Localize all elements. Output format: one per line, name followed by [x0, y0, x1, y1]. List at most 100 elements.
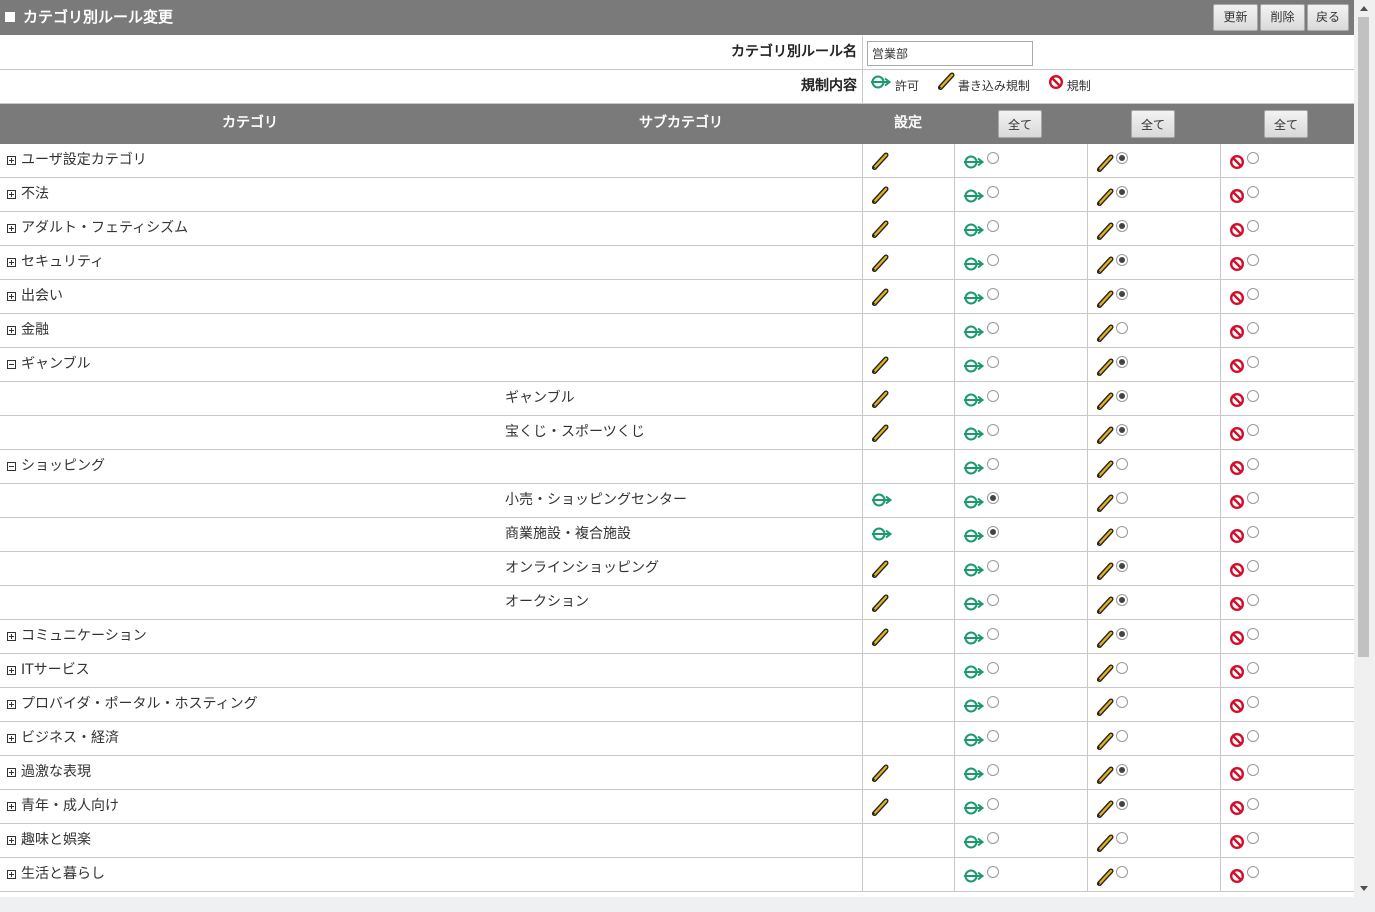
radio-write-restrict[interactable] — [1116, 696, 1128, 708]
radio-write-restrict[interactable] — [1116, 764, 1128, 776]
radio-block[interactable] — [1247, 390, 1259, 402]
radio-block[interactable] — [1247, 288, 1259, 300]
radio-block[interactable] — [1247, 798, 1259, 810]
radio-allow[interactable] — [987, 458, 999, 470]
radio-write-restrict[interactable] — [1116, 662, 1128, 674]
block-icon — [1048, 70, 1067, 103]
radio-block[interactable] — [1247, 560, 1259, 572]
scroll-up-arrow-icon[interactable] — [1360, 6, 1368, 11]
radio-allow[interactable] — [987, 764, 999, 776]
radio-write-restrict[interactable] — [1116, 356, 1128, 368]
scroll-down-arrow-icon[interactable] — [1360, 886, 1368, 891]
radio-allow[interactable] — [987, 390, 999, 402]
legend-write-restrict: 書き込み規制 — [937, 70, 1030, 103]
expand-plus-icon[interactable] — [7, 326, 16, 335]
radio-allow[interactable] — [987, 696, 999, 708]
expand-plus-icon[interactable] — [7, 802, 16, 811]
pencil-icon — [1096, 560, 1114, 584]
radio-block[interactable] — [1247, 492, 1259, 504]
expand-plus-icon[interactable] — [7, 292, 16, 301]
radio-write-restrict[interactable] — [1116, 730, 1128, 742]
collapse-minus-icon[interactable] — [7, 360, 16, 369]
radio-block[interactable] — [1247, 322, 1259, 334]
scrollbar-thumb[interactable] — [1358, 17, 1369, 657]
collapse-minus-icon[interactable] — [7, 462, 16, 471]
radio-block[interactable] — [1247, 458, 1259, 470]
expand-plus-icon[interactable] — [7, 870, 16, 879]
radio-block[interactable] — [1247, 764, 1259, 776]
allow-icon — [871, 526, 893, 546]
column-divider — [954, 382, 955, 415]
radio-allow[interactable] — [987, 628, 999, 640]
radio-write-restrict[interactable] — [1116, 628, 1128, 640]
radio-write-restrict[interactable] — [1116, 424, 1128, 436]
radio-block[interactable] — [1247, 254, 1259, 266]
expand-plus-icon[interactable] — [7, 700, 16, 709]
radio-allow[interactable] — [987, 152, 999, 164]
select-all-write-restrict-button[interactable]: 全て — [1131, 110, 1175, 138]
radio-allow[interactable] — [987, 798, 999, 810]
expand-plus-icon[interactable] — [7, 734, 16, 743]
back-button[interactable]: 戻る — [1307, 4, 1349, 31]
radio-block[interactable] — [1247, 730, 1259, 742]
radio-block[interactable] — [1247, 594, 1259, 606]
radio-allow[interactable] — [987, 424, 999, 436]
radio-block[interactable] — [1247, 662, 1259, 674]
delete-button[interactable]: 削除 — [1260, 4, 1305, 31]
select-all-allow-button[interactable]: 全て — [998, 110, 1042, 138]
radio-allow[interactable] — [987, 186, 999, 198]
radio-write-restrict[interactable] — [1116, 492, 1128, 504]
radio-block[interactable] — [1247, 866, 1259, 878]
radio-write-restrict[interactable] — [1116, 220, 1128, 232]
radio-block[interactable] — [1247, 186, 1259, 198]
radio-block[interactable] — [1247, 152, 1259, 164]
radio-write-restrict[interactable] — [1116, 186, 1128, 198]
radio-block[interactable] — [1247, 356, 1259, 368]
expand-plus-icon[interactable] — [7, 836, 16, 845]
select-all-block-button[interactable]: 全て — [1264, 110, 1308, 138]
radio-allow[interactable] — [987, 560, 999, 572]
radio-write-restrict[interactable] — [1116, 526, 1128, 538]
radio-allow[interactable] — [987, 730, 999, 742]
radio-allow[interactable] — [987, 526, 999, 538]
expand-plus-icon[interactable] — [7, 666, 16, 675]
update-button[interactable]: 更新 — [1213, 4, 1258, 31]
radio-block[interactable] — [1247, 424, 1259, 436]
radio-write-restrict[interactable] — [1116, 322, 1128, 334]
radio-block[interactable] — [1247, 832, 1259, 844]
rule-name-input[interactable] — [867, 41, 1033, 66]
radio-write-restrict[interactable] — [1116, 152, 1128, 164]
radio-write-restrict[interactable] — [1116, 560, 1128, 572]
radio-allow[interactable] — [987, 866, 999, 878]
radio-write-restrict[interactable] — [1116, 798, 1128, 810]
radio-allow[interactable] — [987, 254, 999, 266]
radio-write-restrict[interactable] — [1116, 458, 1128, 470]
expand-plus-icon[interactable] — [7, 224, 16, 233]
radio-allow[interactable] — [987, 492, 999, 504]
radio-block[interactable] — [1247, 628, 1259, 640]
radio-write-restrict[interactable] — [1116, 390, 1128, 402]
radio-write-restrict[interactable] — [1116, 832, 1128, 844]
radio-block[interactable] — [1247, 526, 1259, 538]
radio-allow[interactable] — [987, 832, 999, 844]
radio-write-restrict[interactable] — [1116, 288, 1128, 300]
category-cell: 生活と暮らし — [7, 858, 105, 890]
expand-plus-icon[interactable] — [7, 190, 16, 199]
radio-block[interactable] — [1247, 696, 1259, 708]
radio-allow[interactable] — [987, 220, 999, 232]
column-divider — [862, 756, 863, 789]
expand-plus-icon[interactable] — [7, 258, 16, 267]
radio-write-restrict[interactable] — [1116, 866, 1128, 878]
expand-plus-icon[interactable] — [7, 632, 16, 641]
radio-write-restrict[interactable] — [1116, 254, 1128, 266]
radio-block[interactable] — [1247, 220, 1259, 232]
radio-allow[interactable] — [987, 288, 999, 300]
expand-plus-icon[interactable] — [7, 768, 16, 777]
radio-allow[interactable] — [987, 322, 999, 334]
radio-allow[interactable] — [987, 356, 999, 368]
expand-plus-icon[interactable] — [7, 156, 16, 165]
radio-allow[interactable] — [987, 662, 999, 674]
radio-allow[interactable] — [987, 594, 999, 606]
vertical-scrollbar[interactable] — [1354, 0, 1375, 897]
radio-write-restrict[interactable] — [1116, 594, 1128, 606]
